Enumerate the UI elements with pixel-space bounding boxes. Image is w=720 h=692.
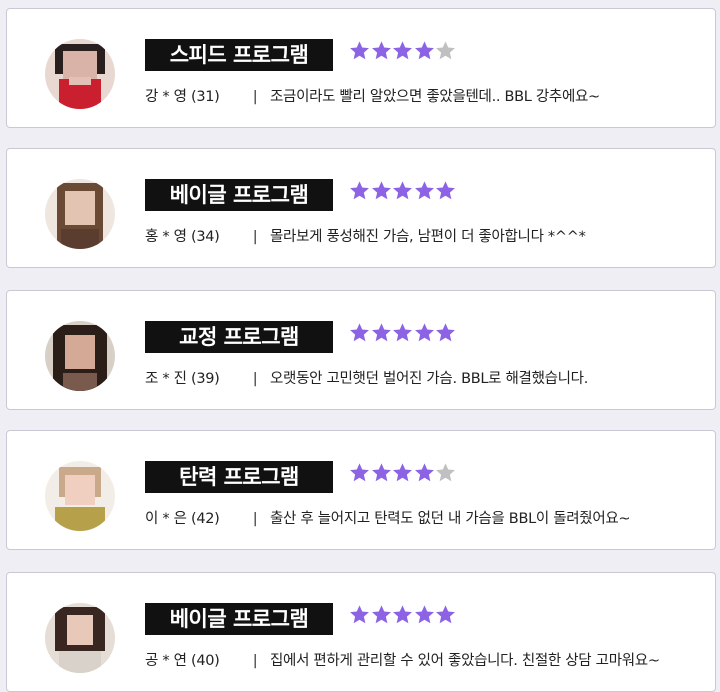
program-badge: 베이글 프로그램 [145,179,333,211]
star-filled-icon [350,605,369,624]
separator: | [252,511,258,527]
avatar [45,603,115,673]
star-filled-icon [414,323,434,342]
star-filled-icon [371,463,391,482]
star-filled-icon [414,463,434,482]
review-text-line: 조 * 진 (39) | 오랫동안 고민햇던 벌어진 가슴. BBL로 해결했습니다… [145,367,588,389]
review-comment: 집에서 편하게 관리할 수 있어 좋았습니다. 친절한 상담 고마워요~ [270,653,660,669]
avatar [45,179,115,249]
program-badge: 탄력 프로그램 [145,461,333,493]
avatar-image [45,461,115,531]
review-text-line: 이 * 은 (42) | 출산 후 늘어지고 탄력도 없던 내 가슴을 BBL이 돌… [145,507,631,529]
reviewer-name: 조 * 진 (39) [145,371,220,387]
avatar-image [45,321,115,391]
star-filled-icon [414,41,434,60]
star-filled-icon [393,323,412,342]
star-rating [349,180,457,204]
star-filled-icon [393,605,412,624]
review-text-line: 강 * 영 (31) | 조금이라도 빨리 알았으면 좋았을텐데.. BBL 강추에… [145,85,600,107]
avatar-image [45,39,115,109]
separator: | [252,371,258,387]
review-card: 스피드 프로그램 강 * 영 (31) | 조금이라도 빨리 알았으면 좋았을텐데.… [6,8,716,128]
review-card: 교정 프로그램 조 * 진 (39) | 오랫동안 고민햇던 벌어진 가슴. BBL… [6,290,716,410]
reviewer-name: 공 * 연 (40) [145,653,220,669]
star-filled-icon [350,41,369,60]
program-badge: 스피드 프로그램 [145,39,333,71]
review-card: 베이글 프로그램 공 * 연 (40) | 집에서 편하게 관리할 수 있어 좋았습… [6,572,716,692]
review-text-line: 홍 * 영 (34) | 몰라보게 풍성해진 가슴, 남편이 더 좋아합니다 *^^… [145,225,586,247]
star-filled-icon [371,323,391,342]
avatar-image [45,603,115,673]
star-filled-icon [393,41,412,60]
star-filled-icon [350,181,369,200]
star-rating [349,40,457,64]
star-filled-icon [371,181,391,200]
avatar [45,321,115,391]
separator: | [252,89,258,105]
reviewer-name: 이 * 은 (42) [145,511,220,527]
star-filled-icon [350,463,369,482]
star-rating [349,604,457,628]
star-empty-icon [436,41,455,60]
star-filled-icon [436,605,455,624]
avatar [45,461,115,531]
avatar [45,39,115,109]
program-badge: 베이글 프로그램 [145,603,333,635]
star-filled-icon [436,323,455,342]
review-comment: 조금이라도 빨리 알았으면 좋았을텐데.. BBL 강추에요~ [270,89,600,105]
program-badge: 교정 프로그램 [145,321,333,353]
star-filled-icon [414,605,434,624]
reviewer-name: 홍 * 영 (34) [145,229,220,245]
avatar-image [45,179,115,249]
star-filled-icon [350,323,369,342]
review-comment: 오랫동안 고민햇던 벌어진 가슴. BBL로 해결했습니다. [270,371,589,387]
separator: | [252,229,258,245]
star-filled-icon [371,41,391,60]
reviewer-name: 강 * 영 (31) [145,89,220,105]
star-filled-icon [371,605,391,624]
review-comment: 출산 후 늘어지고 탄력도 없던 내 가슴을 BBL이 돌려줬어요~ [270,511,631,527]
review-card: 탄력 프로그램 이 * 은 (42) | 출산 후 늘어지고 탄력도 없던 내 가슴… [6,430,716,550]
separator: | [252,653,258,669]
review-text-line: 공 * 연 (40) | 집에서 편하게 관리할 수 있어 좋았습니다. 친절한 상… [145,649,660,671]
star-rating [349,322,457,346]
star-filled-icon [393,181,412,200]
star-filled-icon [393,463,412,482]
review-comment: 몰라보게 풍성해진 가슴, 남편이 더 좋아합니다 *^^* [270,229,586,245]
star-filled-icon [414,181,434,200]
star-empty-icon [436,463,455,482]
star-rating [349,462,457,486]
star-filled-icon [436,181,455,200]
review-card: 베이글 프로그램 홍 * 영 (34) | 몰라보게 풍성해진 가슴, 남편이 더 … [6,148,716,268]
